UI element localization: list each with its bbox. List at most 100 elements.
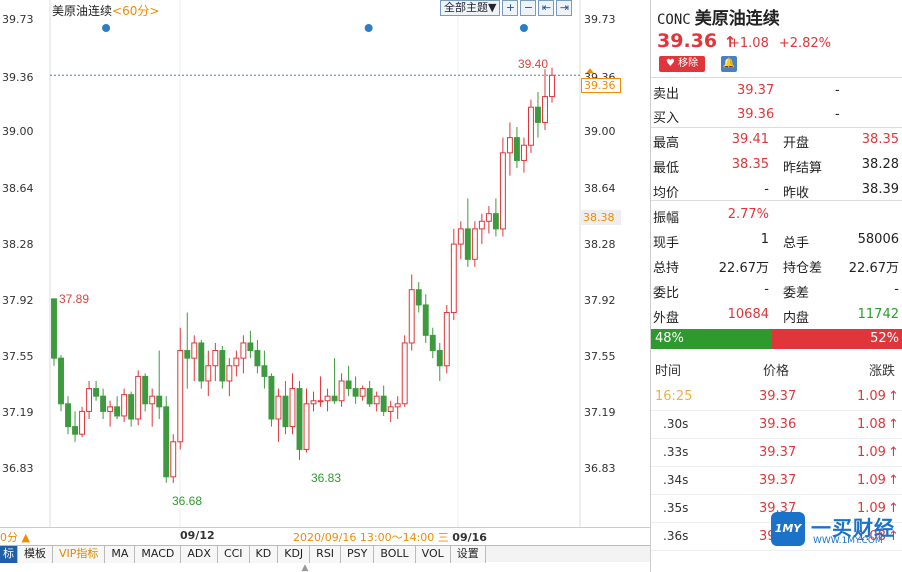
tick-row[interactable]: .33s 39.37 1.09 ↑ [651, 439, 902, 467]
y-tick-left: 39.36 [2, 71, 34, 84]
tick-price: 39.37 [759, 445, 797, 460]
candle-body [492, 213, 499, 230]
candle-body [170, 441, 177, 478]
tab-macd[interactable]: MACD [135, 546, 182, 563]
stat-label: 总手 [783, 236, 810, 251]
stat-value: 22.67万 [848, 261, 899, 276]
zoom-out-icon[interactable]: − [520, 0, 537, 16]
candle-body [289, 388, 296, 428]
buy-volume: - [835, 107, 840, 122]
tab-rsi[interactable]: RSI [310, 546, 342, 563]
stat-value: - [894, 282, 899, 297]
candle-body [205, 365, 212, 382]
candle-body [485, 213, 492, 222]
candle-body [261, 365, 268, 377]
candle-body [79, 410, 86, 435]
candle-body [149, 395, 156, 405]
divider [651, 77, 902, 78]
y-tick-right: 39.00 [584, 125, 616, 138]
stat-row: 外盘 10684 内盘 11742 [651, 303, 902, 327]
candle-body [156, 395, 163, 408]
stat-value: 38.39 [861, 182, 899, 197]
symbol-name: 美原油连续 [694, 9, 780, 29]
watermark-logo: 1MY [771, 512, 805, 546]
candle-body [128, 394, 135, 420]
tick-row[interactable]: .30s 39.36 1.08 ↑ [651, 411, 902, 439]
alert-bell-icon[interactable]: 🔔 [721, 56, 737, 72]
tab-vol[interactable]: VOL [415, 546, 451, 563]
candle-body [51, 298, 57, 359]
tab-设置[interactable]: 设置 [450, 546, 486, 563]
sell-volume: - [835, 83, 840, 98]
candle-body [114, 406, 121, 417]
tab-vip指标[interactable]: VIP指标 [53, 546, 106, 563]
candle-body [429, 334, 436, 352]
candle-body [366, 388, 373, 405]
chart-toolbar: 全部主题▼ + − ⇤ ⇥ [440, 0, 573, 16]
stat-label: 昨结算 [783, 161, 823, 176]
candle-body [478, 220, 485, 230]
kline-chart[interactable]: 39.40 37.89 36.68 36.83 美原油连续<60分> 全部主题▼ + … [0, 0, 650, 527]
remove-favorite-button[interactable]: ♥ 移除 [659, 56, 705, 72]
candle-body [443, 312, 450, 367]
tab-boll[interactable]: BOLL [374, 546, 416, 563]
candle-body [121, 394, 128, 417]
candle-body [506, 137, 513, 154]
candle-body [338, 380, 345, 402]
stat-row: 最高 39.41 开盘 38.35 [651, 128, 902, 152]
y-tick-right: 38.64 [584, 182, 616, 195]
candle-body [408, 289, 415, 344]
candle-body [331, 395, 338, 402]
divider [651, 200, 902, 201]
stat-value: - [764, 182, 769, 197]
stat-row: 委比 - 委差 - [651, 278, 902, 302]
tab-cci[interactable]: CCI [217, 546, 250, 563]
outer-volume-bar: 48% [651, 329, 772, 349]
candle-body [275, 395, 282, 420]
tick-row[interactable]: 16:25 39.37 1.09 ↑ [651, 383, 902, 411]
tab-ma[interactable]: MA [105, 546, 136, 563]
tab-kdj[interactable]: KDJ [278, 546, 311, 563]
candle-body [352, 388, 359, 397]
candle-body [450, 243, 457, 314]
tick-time: .34s [663, 473, 689, 487]
y-tick-left: 36.83 [2, 462, 34, 475]
up-arrow-icon: ↑ [887, 389, 899, 404]
candle-body [240, 342, 247, 359]
zoom-in-icon[interactable]: + [502, 0, 519, 16]
candle-body [415, 289, 422, 306]
candle-body [247, 342, 254, 352]
tick-change-value: 1.09 [857, 473, 886, 488]
candle-body [324, 395, 331, 402]
right-end-icon[interactable]: ⇥ [556, 0, 573, 16]
candle-body [177, 350, 184, 443]
tick-time: 16:25 [655, 389, 693, 404]
tab-模板[interactable]: 模板 [18, 546, 53, 563]
stat-value: 11742 [857, 307, 899, 322]
symbol-code: CONC [657, 12, 691, 28]
chart-period[interactable]: <60分> [112, 4, 159, 18]
y-tick-right: 37.92 [584, 294, 616, 307]
candle-body [542, 96, 548, 123]
y-tick-right: 37.55 [584, 350, 616, 363]
time-axis-date1: 09/12 [180, 529, 215, 542]
candle-body [212, 350, 219, 367]
theme-dropdown[interactable]: 全部主题▼ [440, 0, 501, 16]
tab-adx[interactable]: ADX [181, 546, 218, 563]
candlestick-plot[interactable]: 39.40 37.89 36.68 36.83 [0, 0, 650, 527]
tab-psy[interactable]: PSY [341, 546, 375, 563]
y-tick-left: 39.73 [2, 13, 34, 26]
tab-kd[interactable]: KD [249, 546, 279, 563]
time-axis-left[interactable]: 0分 ▲ [0, 529, 30, 545]
scroll-handle-icon[interactable]: ▲ [295, 563, 315, 572]
last-price-value: 39.36 [657, 30, 718, 52]
tick-row[interactable]: .34s 39.37 1.09 ↑ [651, 467, 902, 495]
left-end-icon[interactable]: ⇤ [538, 0, 555, 16]
stat-value: 2.77% [727, 207, 769, 222]
tick-change-value: 1.09 [857, 389, 886, 404]
reference-price-tag: 38.38 [581, 210, 621, 225]
y-tick-right: 38.28 [584, 238, 616, 251]
tab-indicator[interactable]: 标 [0, 546, 18, 563]
candle-body [359, 388, 366, 397]
candle-body [310, 400, 317, 405]
